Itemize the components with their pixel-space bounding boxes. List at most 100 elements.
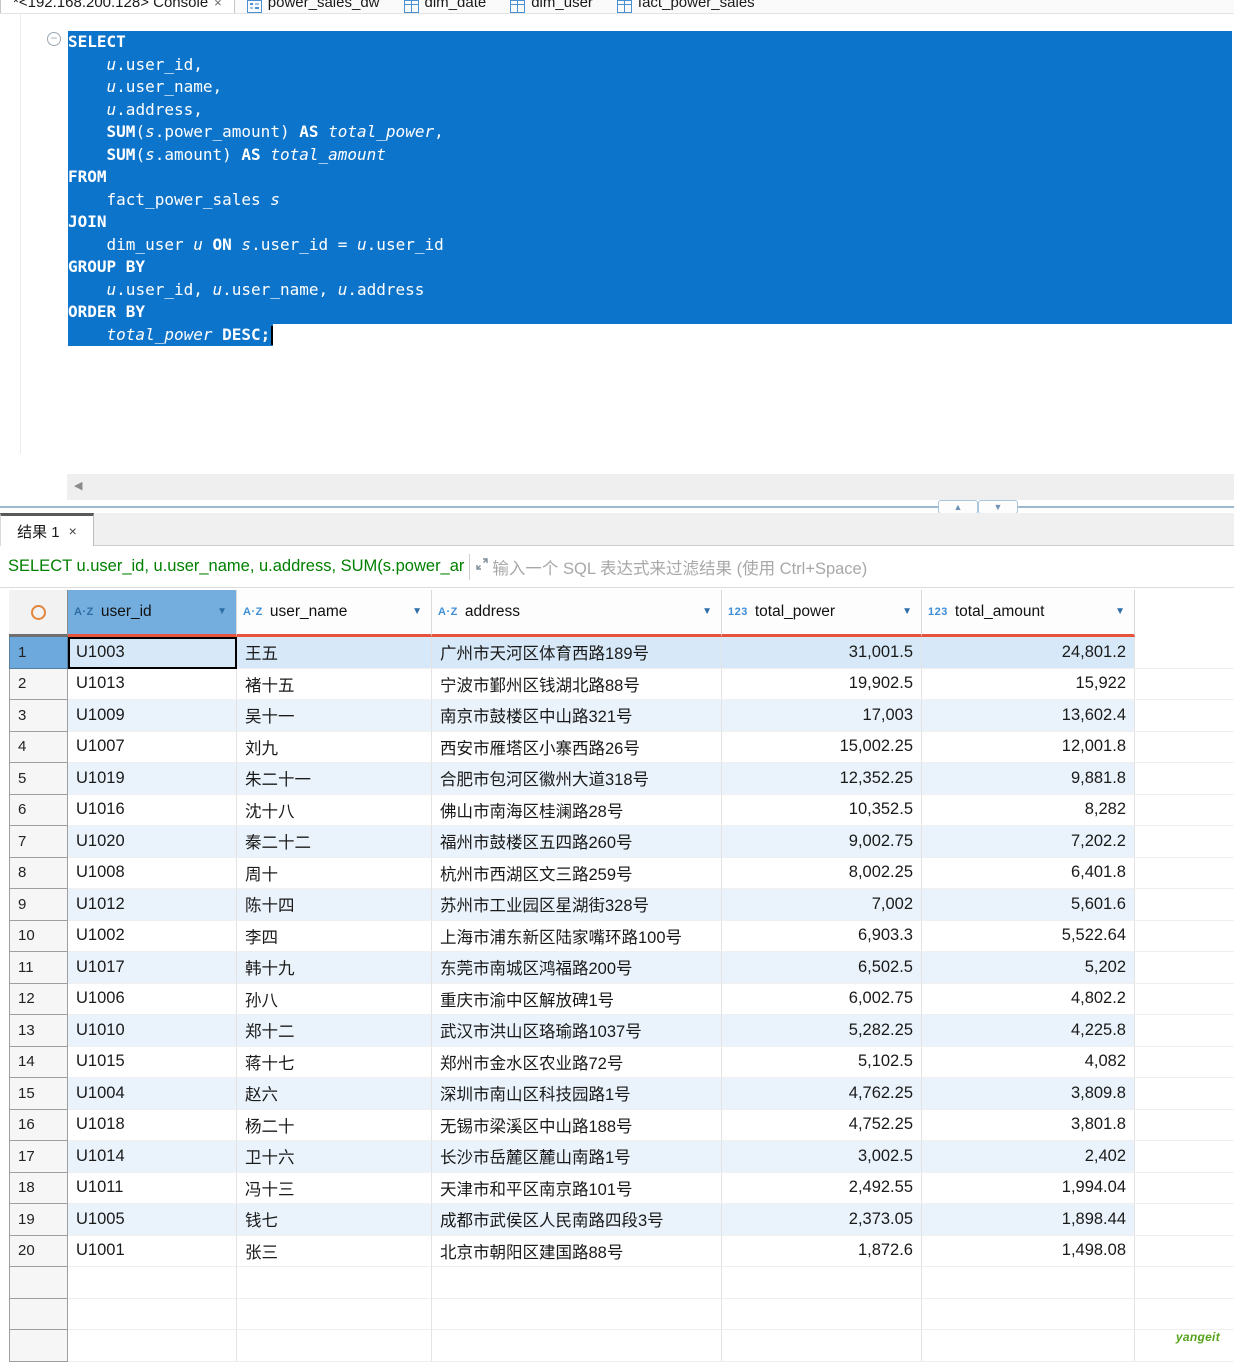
cell-address[interactable]: 宁波市鄞州区钱湖北路88号 (432, 669, 722, 701)
cell-total_power[interactable] (722, 1330, 922, 1362)
chevron-down-icon[interactable]: ▼ (412, 606, 422, 617)
column-header-total_power[interactable]: 123total_power▼ (722, 590, 922, 637)
cell-address[interactable]: 长沙市岳麓区麓山南路1号 (432, 1141, 722, 1173)
column-header-address[interactable]: A·Zaddress▼ (432, 590, 722, 637)
cell-user_name[interactable]: 朱二十一 (237, 763, 432, 795)
editor-tab[interactable]: fact_power_sales (605, 0, 767, 13)
cell-user_name[interactable] (237, 1330, 432, 1362)
cell-total_amount[interactable] (922, 1299, 1135, 1331)
cell-total_amount[interactable]: 9,881.8 (922, 763, 1135, 795)
row-number-cell[interactable]: 19 (9, 1204, 68, 1236)
cell-user_id[interactable]: U1020 (68, 826, 237, 858)
cell-user_name[interactable]: 刘九 (237, 732, 432, 764)
row-number-cell[interactable]: 3 (9, 700, 68, 732)
cell-total_power[interactable]: 7,002 (722, 889, 922, 921)
row-number-cell[interactable]: 4 (9, 732, 68, 764)
cell-user_id[interactable]: U1007 (68, 732, 237, 764)
cell-user_id[interactable]: U1012 (68, 889, 237, 921)
row-number-cell[interactable] (9, 1299, 68, 1331)
cell-total_amount[interactable]: 13,602.4 (922, 700, 1135, 732)
cell-total_power[interactable]: 4,752.25 (722, 1110, 922, 1142)
cell-user_name[interactable]: 钱七 (237, 1204, 432, 1236)
cell-user_id[interactable]: U1003 (68, 637, 237, 669)
filter-input-placeholder[interactable]: 输入一个 SQL 表达式来过滤结果 (使用 Ctrl+Space) (492, 555, 867, 579)
cell-total_power[interactable]: 2,492.55 (722, 1173, 922, 1205)
cell-user_id[interactable]: U1005 (68, 1204, 237, 1236)
panel-splitter[interactable]: ▲ ▼ (0, 500, 1234, 513)
row-number-cell[interactable]: 10 (9, 921, 68, 953)
maximize-editor-button[interactable]: ▲ (938, 500, 978, 514)
code-fold-minus-icon[interactable]: − (47, 32, 61, 46)
cell-total_amount[interactable] (922, 1267, 1135, 1299)
cell-address[interactable]: 广州市天河区体育西路189号 (432, 637, 722, 669)
results-tab[interactable]: 结果 1 × (0, 513, 94, 546)
row-number-cell[interactable]: 8 (9, 858, 68, 890)
row-number-cell[interactable] (9, 1330, 68, 1362)
cell-total_power[interactable]: 31,001.5 (722, 637, 922, 669)
cell-address[interactable]: 佛山市南海区桂澜路28号 (432, 795, 722, 827)
editor-tab[interactable]: *<192.168.200.128> Console× (0, 0, 235, 13)
cell-total_power[interactable]: 12,352.25 (722, 763, 922, 795)
cell-total_amount[interactable]: 1,994.04 (922, 1173, 1135, 1205)
cell-user_name[interactable]: 褚十五 (237, 669, 432, 701)
chevron-down-icon[interactable]: ▼ (1115, 606, 1125, 617)
close-icon[interactable]: × (69, 523, 77, 539)
cell-user_id[interactable]: U1015 (68, 1047, 237, 1079)
cell-address[interactable]: 上海市浦东新区陆家嘴环路100号 (432, 921, 722, 953)
cell-user_name[interactable]: 孙八 (237, 984, 432, 1016)
cell-total_power[interactable] (722, 1299, 922, 1331)
editor-tab[interactable]: dim_date (392, 0, 499, 13)
select-all-circle-icon[interactable] (31, 605, 46, 620)
cell-user_id[interactable] (68, 1299, 237, 1331)
cell-user_id[interactable]: U1019 (68, 763, 237, 795)
cell-user_name[interactable]: 周十 (237, 858, 432, 890)
grid-corner-cell[interactable] (9, 590, 68, 637)
row-number-cell[interactable]: 20 (9, 1236, 68, 1268)
cell-user_name[interactable]: 李四 (237, 921, 432, 953)
cell-address[interactable]: 北京市朝阳区建国路88号 (432, 1236, 722, 1268)
cell-user_id[interactable]: U1016 (68, 795, 237, 827)
cell-total_power[interactable]: 2,373.05 (722, 1204, 922, 1236)
row-number-cell[interactable]: 17 (9, 1141, 68, 1173)
cell-total_amount[interactable]: 3,801.8 (922, 1110, 1135, 1142)
row-number-cell[interactable]: 14 (9, 1047, 68, 1079)
sql-code-selection[interactable]: SELECT u.user_id, u.user_name, u.address… (68, 31, 1232, 346)
cell-total_power[interactable]: 1,872.6 (722, 1236, 922, 1268)
column-header-total_amount[interactable]: 123total_amount▼ (922, 590, 1135, 637)
cell-user_name[interactable]: 冯十三 (237, 1173, 432, 1205)
cell-total_power[interactable]: 10,352.5 (722, 795, 922, 827)
cell-total_amount[interactable]: 24,801.2 (922, 637, 1135, 669)
row-number-cell[interactable]: 13 (9, 1015, 68, 1047)
cell-address[interactable]: 苏州市工业园区星湖街328号 (432, 889, 722, 921)
cell-total_power[interactable]: 4,762.25 (722, 1078, 922, 1110)
cell-total_power[interactable]: 19,902.5 (722, 669, 922, 701)
cell-user_id[interactable] (68, 1330, 237, 1362)
cell-user_id[interactable] (68, 1267, 237, 1299)
cell-address[interactable]: 重庆市渝中区解放碑1号 (432, 984, 722, 1016)
cell-address[interactable]: 东莞市南城区鸿福路200号 (432, 952, 722, 984)
cell-user_name[interactable]: 王五 (237, 637, 432, 669)
cell-user_id[interactable]: U1009 (68, 700, 237, 732)
row-number-cell[interactable]: 16 (9, 1110, 68, 1142)
row-number-cell[interactable]: 7 (9, 826, 68, 858)
cell-total_amount[interactable]: 5,202 (922, 952, 1135, 984)
editor-tab[interactable]: power_sales_dw (235, 0, 392, 13)
chevron-down-icon[interactable]: ▼ (217, 606, 227, 617)
cell-total_amount[interactable]: 1,898.44 (922, 1204, 1135, 1236)
cell-total_amount[interactable]: 15,922 (922, 669, 1135, 701)
cell-address[interactable] (432, 1330, 722, 1362)
cell-total_amount[interactable]: 4,802.2 (922, 984, 1135, 1016)
cell-address[interactable]: 南京市鼓楼区中山路321号 (432, 700, 722, 732)
cell-address[interactable] (432, 1267, 722, 1299)
cell-user_name[interactable]: 蒋十七 (237, 1047, 432, 1079)
chevron-down-icon[interactable]: ▼ (702, 606, 712, 617)
cell-user_name[interactable]: 郑十二 (237, 1015, 432, 1047)
maximize-results-button[interactable]: ▼ (978, 500, 1018, 514)
row-number-cell[interactable]: 6 (9, 795, 68, 827)
cell-user_name[interactable]: 卫十六 (237, 1141, 432, 1173)
cell-user_id[interactable]: U1014 (68, 1141, 237, 1173)
row-number-cell[interactable]: 2 (9, 669, 68, 701)
cell-total_power[interactable]: 6,502.5 (722, 952, 922, 984)
cell-total_amount[interactable]: 5,522.64 (922, 921, 1135, 953)
cell-user_name[interactable]: 沈十八 (237, 795, 432, 827)
